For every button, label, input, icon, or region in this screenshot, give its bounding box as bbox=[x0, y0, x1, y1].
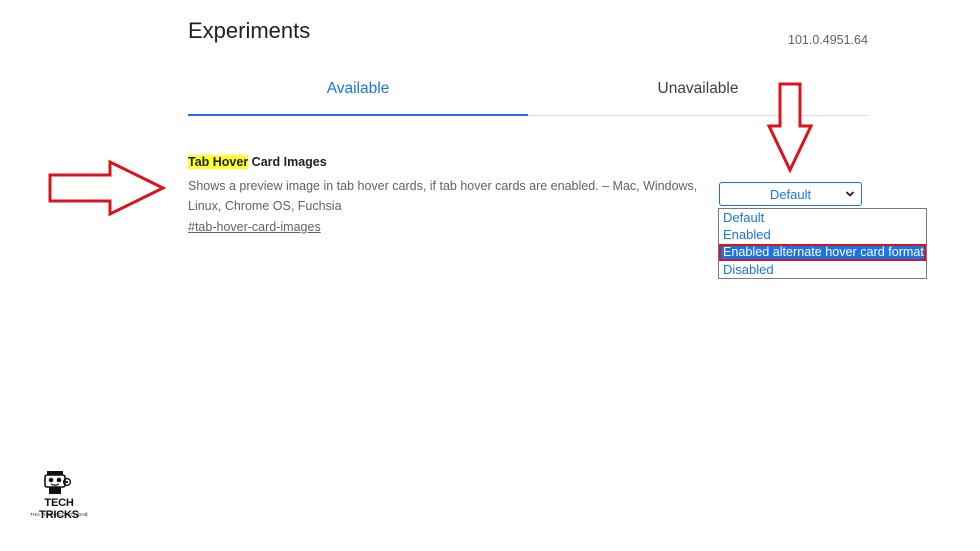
select-value: Default bbox=[769, 186, 812, 202]
experiment-title: Tab Hover Card Images bbox=[188, 155, 327, 169]
down-arrow-annotation-icon bbox=[766, 82, 814, 174]
select-dropdown-list: Default Enabled Enabled alternate hover … bbox=[718, 208, 927, 279]
logo-name: TECH TRICKS bbox=[39, 497, 79, 521]
option-enabled[interactable]: Enabled bbox=[719, 226, 926, 243]
tab-available[interactable]: Available bbox=[188, 80, 528, 98]
experiment-title-rest: Card Images bbox=[248, 155, 327, 169]
experiment-description: Shows a preview image in tab hover cards… bbox=[188, 179, 698, 213]
experiment-select[interactable]: Default bbox=[719, 182, 862, 206]
active-tab-indicator bbox=[188, 114, 528, 116]
logo-tagline: THỦ THUẬT CÔNG NGHỆ bbox=[29, 512, 89, 517]
search-highlight: Tab Hover bbox=[188, 155, 249, 169]
tech-tricks-logo-icon bbox=[44, 471, 72, 494]
option-default[interactable]: Default bbox=[719, 209, 926, 226]
option-disabled[interactable]: Disabled bbox=[719, 261, 926, 278]
chevron-down-icon bbox=[845, 191, 855, 197]
right-arrow-annotation-icon bbox=[48, 159, 167, 217]
option-enabled-alternate[interactable]: Enabled alternate hover card format bbox=[719, 243, 926, 261]
experiment-link[interactable]: #tab-hover-card-images bbox=[188, 220, 321, 234]
page-title: Experiments bbox=[188, 18, 311, 43]
tab-unavailable[interactable]: Unavailable bbox=[528, 80, 868, 98]
version-label: 101.0.4951.64 bbox=[788, 33, 868, 47]
